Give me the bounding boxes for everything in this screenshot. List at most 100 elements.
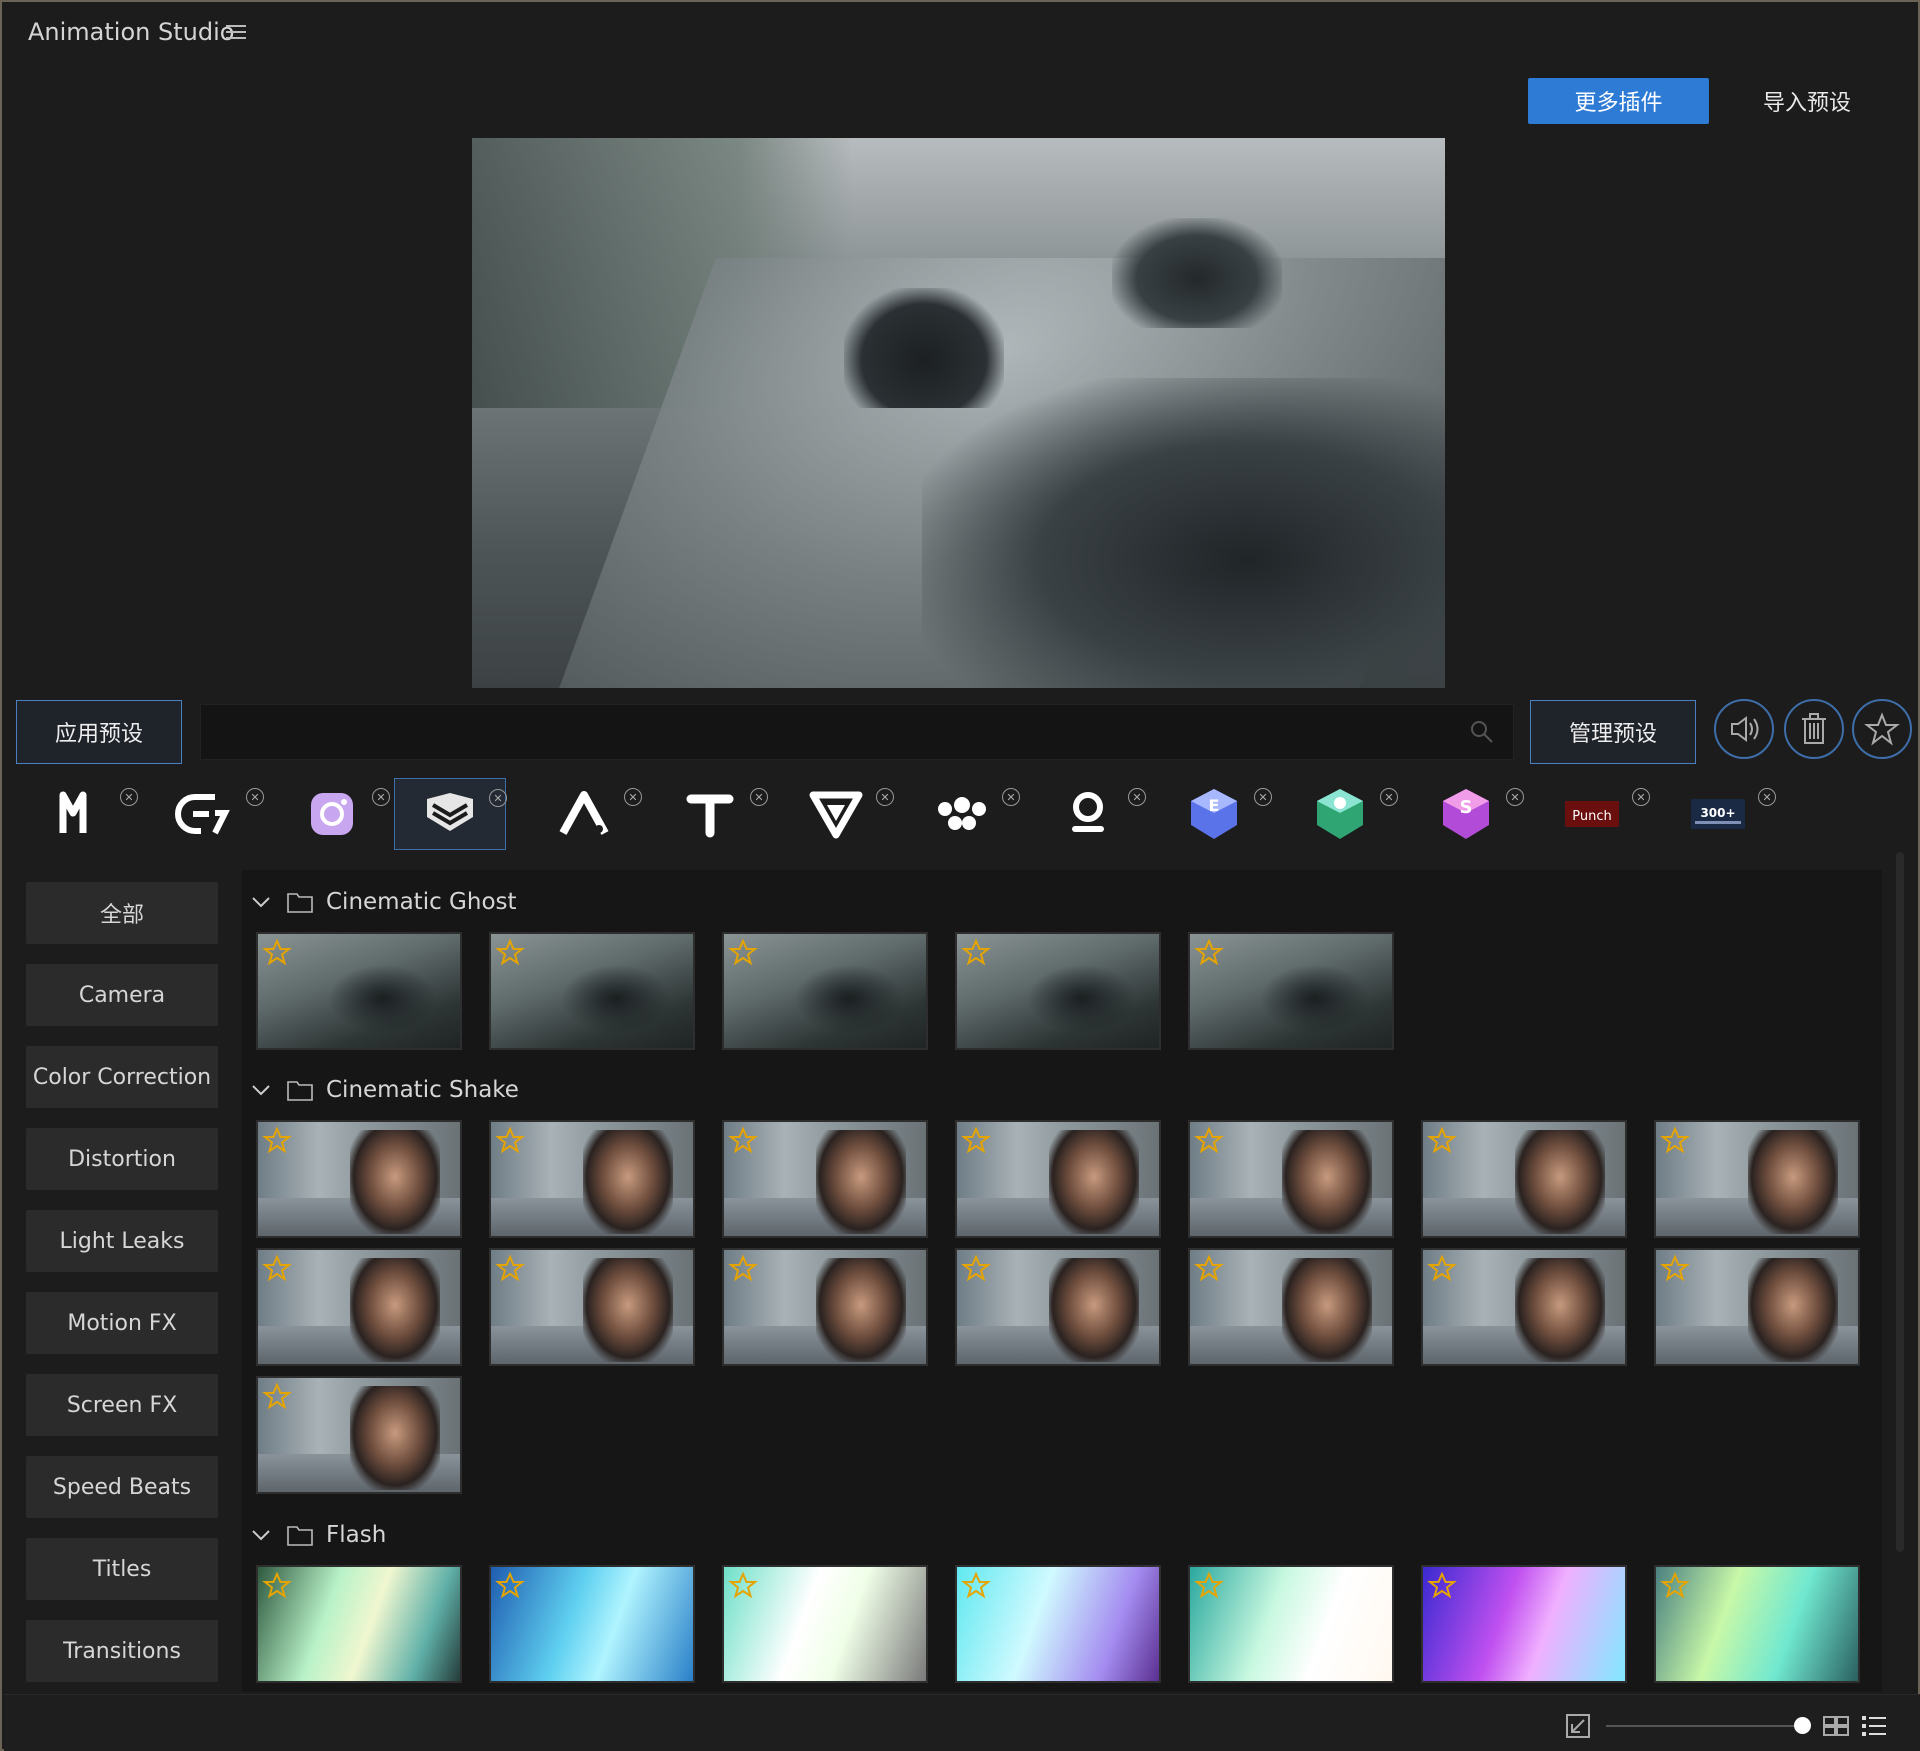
category-transitions[interactable]: Transitions — [26, 1620, 218, 1682]
search-input[interactable] — [200, 704, 1514, 760]
close-icon[interactable]: ✕ — [1254, 788, 1272, 806]
preset-thumbnail[interactable] — [1654, 1120, 1860, 1238]
plugin-tab-e-cube[interactable]: E ✕ — [1158, 778, 1272, 850]
favorite-star-icon[interactable] — [1427, 1254, 1457, 1284]
plugin-tab-300[interactable]: 300+ ✕ — [1662, 778, 1776, 850]
favorite-star-icon[interactable] — [262, 1126, 292, 1156]
close-icon[interactable]: ✕ — [120, 788, 138, 806]
preset-thumbnail[interactable] — [722, 1120, 928, 1238]
preset-thumbnail[interactable] — [1654, 1565, 1860, 1683]
import-presets-button[interactable]: 导入预设 — [1742, 78, 1872, 124]
slider-handle[interactable] — [1794, 1717, 1811, 1734]
plugin-tab-s-cube[interactable]: S ✕ — [1410, 778, 1524, 850]
plugin-tab-punch[interactable]: Punch ✕ — [1536, 778, 1650, 850]
plugin-tab-dots[interactable]: ✕ — [906, 778, 1020, 850]
thumbnail-size-slider[interactable] — [1606, 1725, 1802, 1727]
preset-thumbnail[interactable] — [256, 1248, 462, 1366]
favorite-star-icon[interactable] — [262, 938, 292, 968]
favorite-star-icon[interactable] — [1194, 1126, 1224, 1156]
favorite-star-icon[interactable] — [1660, 1571, 1690, 1601]
category-camera[interactable]: Camera — [26, 964, 218, 1026]
manage-presets-button[interactable]: 管理预设 — [1530, 700, 1696, 764]
preset-thumbnail[interactable] — [1421, 1248, 1627, 1366]
favorite-star-icon[interactable] — [1194, 1254, 1224, 1284]
preset-thumbnail[interactable] — [1188, 1565, 1394, 1683]
close-icon[interactable]: ✕ — [876, 788, 894, 806]
preset-thumbnail[interactable] — [489, 1565, 695, 1683]
plugin-tab-a[interactable]: ✕ — [528, 778, 642, 850]
preset-thumbnail[interactable] — [1421, 1120, 1627, 1238]
preset-thumbnail[interactable] — [955, 932, 1161, 1050]
preset-thumbnail[interactable] — [955, 1248, 1161, 1366]
preset-thumbnail[interactable] — [955, 1120, 1161, 1238]
favorite-star-icon[interactable] — [262, 1254, 292, 1284]
favorite-star-icon[interactable] — [728, 1126, 758, 1156]
preset-thumbnail[interactable] — [256, 1376, 462, 1494]
close-icon[interactable]: ✕ — [750, 788, 768, 806]
favorite-star-icon[interactable] — [262, 1382, 292, 1412]
preset-thumbnail[interactable] — [256, 932, 462, 1050]
chevron-down-icon[interactable] — [250, 1079, 272, 1101]
category-speed-beats[interactable]: Speed Beats — [26, 1456, 218, 1518]
favorite-star-icon[interactable] — [961, 1126, 991, 1156]
favorite-star-icon[interactable] — [495, 1126, 525, 1156]
favorite-star-icon[interactable] — [1427, 1571, 1457, 1601]
preset-thumbnail[interactable] — [1188, 1248, 1394, 1366]
plugin-tab-shield[interactable]: ✕ — [394, 778, 507, 850]
delete-button[interactable] — [1784, 699, 1844, 759]
favorite-button[interactable] — [1852, 699, 1912, 759]
apply-preset-button[interactable]: 应用预设 — [16, 700, 182, 764]
close-icon[interactable]: ✕ — [1128, 788, 1146, 806]
close-icon[interactable]: ✕ — [624, 788, 642, 806]
close-icon[interactable]: ✕ — [1758, 788, 1776, 806]
favorite-star-icon[interactable] — [1660, 1126, 1690, 1156]
category-all[interactable]: 全部 — [26, 882, 218, 944]
category-screen-fx[interactable]: Screen FX — [26, 1374, 218, 1436]
favorite-star-icon[interactable] — [1660, 1254, 1690, 1284]
category-light-leaks[interactable]: Light Leaks — [26, 1210, 218, 1272]
favorite-star-icon[interactable] — [495, 938, 525, 968]
favorite-star-icon[interactable] — [961, 1571, 991, 1601]
plugin-tab-green-cube[interactable]: ✕ — [1284, 778, 1398, 850]
favorite-star-icon[interactable] — [728, 938, 758, 968]
preset-thumbnail[interactable] — [955, 1565, 1161, 1683]
close-icon[interactable]: ✕ — [1506, 788, 1524, 806]
more-plugins-button[interactable]: 更多插件 — [1528, 78, 1709, 124]
favorite-star-icon[interactable] — [495, 1571, 525, 1601]
favorite-star-icon[interactable] — [495, 1254, 525, 1284]
category-color-correction[interactable]: Color Correction — [26, 1046, 218, 1108]
category-titles[interactable]: Titles — [26, 1538, 218, 1600]
close-icon[interactable]: ✕ — [1632, 788, 1650, 806]
preset-thumbnail[interactable] — [722, 932, 928, 1050]
preset-thumbnail[interactable] — [489, 1120, 695, 1238]
close-icon[interactable]: ✕ — [1002, 788, 1020, 806]
close-icon[interactable]: ✕ — [372, 788, 390, 806]
fit-icon[interactable] — [1564, 1712, 1592, 1740]
plugin-tab-m[interactable]: ✕ — [24, 778, 138, 850]
favorite-star-icon[interactable] — [728, 1571, 758, 1601]
preset-thumbnail[interactable] — [1188, 1120, 1394, 1238]
grid-view-icon[interactable] — [1822, 1712, 1850, 1740]
preset-thumbnail[interactable] — [489, 932, 695, 1050]
scrollbar[interactable] — [1896, 852, 1904, 1552]
group-header[interactable]: Cinematic Ghost — [250, 882, 517, 922]
favorite-star-icon[interactable] — [961, 1254, 991, 1284]
preset-thumbnail[interactable] — [1188, 932, 1394, 1050]
preset-thumbnail[interactable] — [489, 1248, 695, 1366]
preset-thumbnail[interactable] — [1654, 1248, 1860, 1366]
favorite-star-icon[interactable] — [1194, 1571, 1224, 1601]
preset-thumbnail[interactable] — [256, 1565, 462, 1683]
plugin-tab-v[interactable]: ✕ — [780, 778, 894, 850]
plugin-tab-t[interactable]: ✕ — [654, 778, 768, 850]
sound-button[interactable] — [1714, 699, 1774, 759]
preset-thumbnail[interactable] — [722, 1248, 928, 1366]
plugin-tab-e[interactable]: ✕ — [150, 778, 264, 850]
close-icon[interactable]: ✕ — [489, 789, 507, 807]
category-motion-fx[interactable]: Motion FX — [26, 1292, 218, 1354]
list-view-icon[interactable] — [1860, 1712, 1888, 1740]
plugin-tab-camera[interactable]: ✕ — [276, 778, 390, 850]
favorite-star-icon[interactable] — [1194, 938, 1224, 968]
plugin-tab-q[interactable]: ✕ — [1032, 778, 1146, 850]
favorite-star-icon[interactable] — [262, 1571, 292, 1601]
group-header[interactable]: Flash — [250, 1515, 386, 1555]
